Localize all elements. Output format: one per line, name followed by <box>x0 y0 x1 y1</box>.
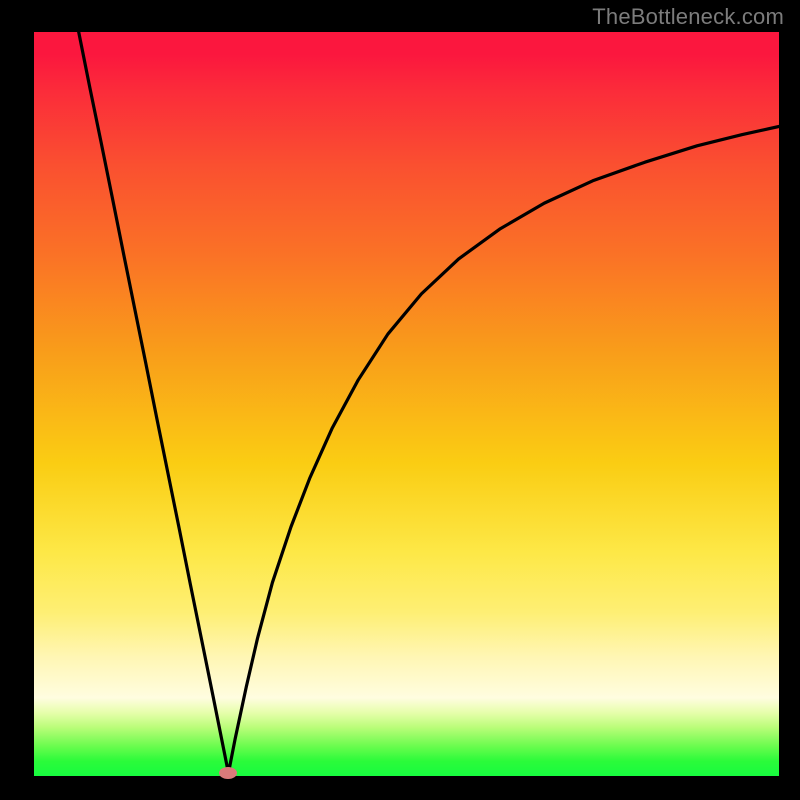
chart-frame: TheBottleneck.com <box>0 0 800 800</box>
watermark-text: TheBottleneck.com <box>592 4 784 30</box>
chart-curve <box>0 0 800 800</box>
